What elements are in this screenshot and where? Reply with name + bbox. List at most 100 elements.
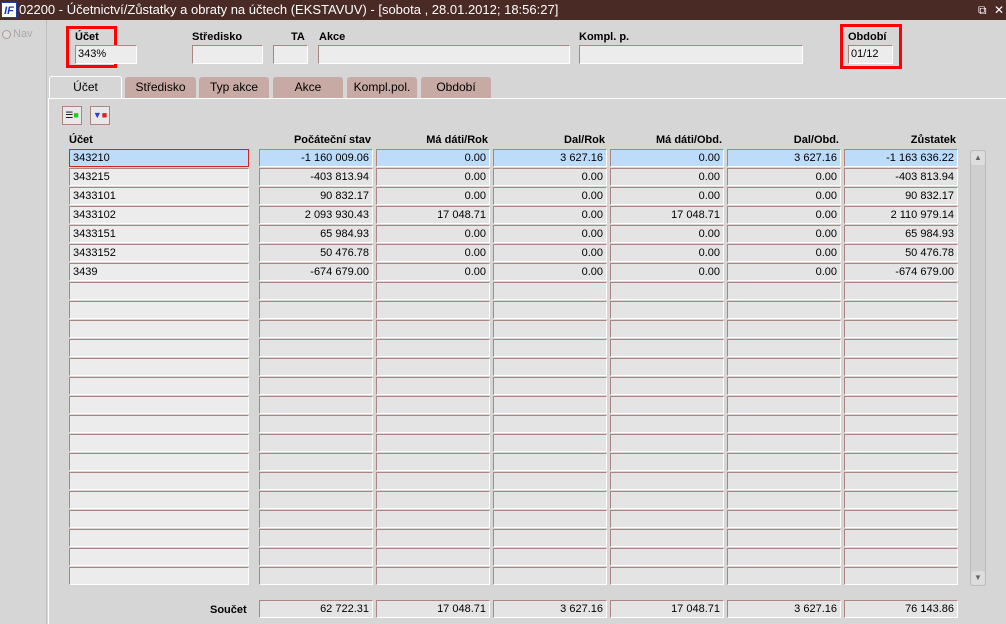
cell-ma-dati-rok[interactable] (376, 567, 490, 585)
cell-dal-rok[interactable] (493, 548, 607, 566)
cell-dal-obd[interactable] (727, 320, 841, 338)
cell-ma-dati-obd[interactable]: 0.00 (610, 263, 724, 281)
cell-pocatecni-stav[interactable] (259, 320, 373, 338)
cell-ucet[interactable]: 3433101 (69, 187, 249, 205)
cell-pocatecni-stav[interactable] (259, 415, 373, 433)
cell-dal-rok[interactable] (493, 510, 607, 528)
cell-ucet[interactable] (69, 396, 249, 414)
cell-ma-dati-rok[interactable]: 0.00 (376, 168, 490, 186)
cell-pocatecni-stav[interactable]: 90 832.17 (259, 187, 373, 205)
cell-dal-rok[interactable] (493, 396, 607, 414)
cell-dal-obd[interactable] (727, 472, 841, 490)
stredisko-input[interactable] (192, 45, 263, 64)
cell-pocatecni-stav[interactable]: 50 476.78 (259, 244, 373, 262)
cell-dal-rok[interactable] (493, 415, 607, 433)
cell-zustatek[interactable]: -674 679.00 (844, 263, 958, 281)
cell-ucet[interactable]: 3439 (69, 263, 249, 281)
cell-dal-rok[interactable]: 0.00 (493, 206, 607, 224)
cell-ma-dati-rok[interactable] (376, 301, 490, 319)
cell-dal-obd[interactable] (727, 358, 841, 376)
cell-ma-dati-obd[interactable] (610, 491, 724, 509)
cell-ma-dati-rok[interactable] (376, 282, 490, 300)
cell-dal-obd[interactable]: 0.00 (727, 263, 841, 281)
cell-zustatek[interactable] (844, 434, 958, 452)
cell-pocatecni-stav[interactable] (259, 453, 373, 471)
kompl-input[interactable] (579, 45, 803, 64)
cell-ucet[interactable] (69, 510, 249, 528)
cell-zustatek[interactable] (844, 301, 958, 319)
cell-ma-dati-obd[interactable] (610, 529, 724, 547)
cell-ucet[interactable] (69, 301, 249, 319)
akce-input[interactable] (318, 45, 570, 64)
cell-pocatecni-stav[interactable]: 65 984.93 (259, 225, 373, 243)
cell-zustatek[interactable] (844, 567, 958, 585)
cell-ma-dati-obd[interactable] (610, 548, 724, 566)
cell-ucet[interactable]: 3433151 (69, 225, 249, 243)
cell-dal-obd[interactable] (727, 282, 841, 300)
cell-dal-rok[interactable] (493, 320, 607, 338)
cell-ma-dati-obd[interactable] (610, 339, 724, 357)
cell-dal-rok[interactable] (493, 434, 607, 452)
cell-ma-dati-rok[interactable] (376, 358, 490, 376)
cell-ma-dati-rok[interactable] (376, 339, 490, 357)
cell-dal-obd[interactable] (727, 529, 841, 547)
cell-dal-obd[interactable] (727, 510, 841, 528)
cell-zustatek[interactable] (844, 358, 958, 376)
cell-dal-obd[interactable]: 0.00 (727, 187, 841, 205)
cell-ma-dati-rok[interactable] (376, 377, 490, 395)
cell-ma-dati-obd[interactable] (610, 510, 724, 528)
tab-ucet[interactable]: Účet (49, 76, 122, 98)
cell-dal-rok[interactable] (493, 529, 607, 547)
cell-ucet[interactable] (69, 567, 249, 585)
cell-dal-obd[interactable] (727, 377, 841, 395)
cell-dal-obd[interactable] (727, 548, 841, 566)
cell-ma-dati-obd[interactable]: 0.00 (610, 187, 724, 205)
cell-ucet[interactable] (69, 453, 249, 471)
cell-dal-obd[interactable] (727, 301, 841, 319)
cell-dal-rok[interactable] (493, 377, 607, 395)
cell-zustatek[interactable] (844, 282, 958, 300)
cell-pocatecni-stav[interactable] (259, 434, 373, 452)
cell-ma-dati-rok[interactable]: 0.00 (376, 244, 490, 262)
cell-zustatek[interactable] (844, 453, 958, 471)
cell-ma-dati-rok[interactable] (376, 320, 490, 338)
cell-ma-dati-obd[interactable]: 0.00 (610, 168, 724, 186)
cell-zustatek[interactable]: -403 813.94 (844, 168, 958, 186)
cell-pocatecni-stav[interactable] (259, 339, 373, 357)
cell-ma-dati-obd[interactable] (610, 282, 724, 300)
cell-ma-dati-rok[interactable] (376, 434, 490, 452)
cell-dal-rok[interactable] (493, 358, 607, 376)
cell-dal-rok[interactable]: 0.00 (493, 168, 607, 186)
cell-ucet[interactable] (69, 415, 249, 433)
cell-ma-dati-rok[interactable] (376, 472, 490, 490)
cell-ma-dati-rok[interactable] (376, 396, 490, 414)
cell-ucet[interactable] (69, 377, 249, 395)
cell-zustatek[interactable] (844, 548, 958, 566)
cell-dal-rok[interactable] (493, 567, 607, 585)
cell-ma-dati-obd[interactable] (610, 434, 724, 452)
cell-pocatecni-stav[interactable] (259, 529, 373, 547)
tab-obdobi[interactable]: Období (421, 77, 491, 98)
cell-pocatecni-stav[interactable] (259, 510, 373, 528)
cell-ma-dati-rok[interactable] (376, 415, 490, 433)
cell-ma-dati-rok[interactable] (376, 491, 490, 509)
cell-dal-obd[interactable]: 0.00 (727, 225, 841, 243)
cell-pocatecni-stav[interactable] (259, 491, 373, 509)
cell-ucet[interactable]: 343215 (69, 168, 249, 186)
cell-ma-dati-obd[interactable]: 0.00 (610, 225, 724, 243)
cell-pocatecni-stav[interactable] (259, 396, 373, 414)
tab-stredisko[interactable]: Středisko (125, 77, 196, 98)
cell-ucet[interactable] (69, 282, 249, 300)
cell-pocatecni-stav[interactable]: -1 160 009.06 (259, 149, 373, 167)
filter-lock-icon[interactable]: ▼■ (90, 106, 110, 125)
cell-ma-dati-obd[interactable]: 17 048.71 (610, 206, 724, 224)
cell-zustatek[interactable] (844, 472, 958, 490)
cell-dal-rok[interactable]: 0.00 (493, 244, 607, 262)
cell-dal-obd[interactable] (727, 434, 841, 452)
tab-kompl-pol[interactable]: Kompl.pol. (347, 77, 417, 98)
cell-ma-dati-rok[interactable]: 0.00 (376, 225, 490, 243)
close-icon[interactable]: ✕ (994, 0, 1004, 20)
cell-zustatek[interactable]: -1 163 636.22 (844, 149, 958, 167)
cell-pocatecni-stav[interactable]: -674 679.00 (259, 263, 373, 281)
cell-zustatek[interactable]: 50 476.78 (844, 244, 958, 262)
